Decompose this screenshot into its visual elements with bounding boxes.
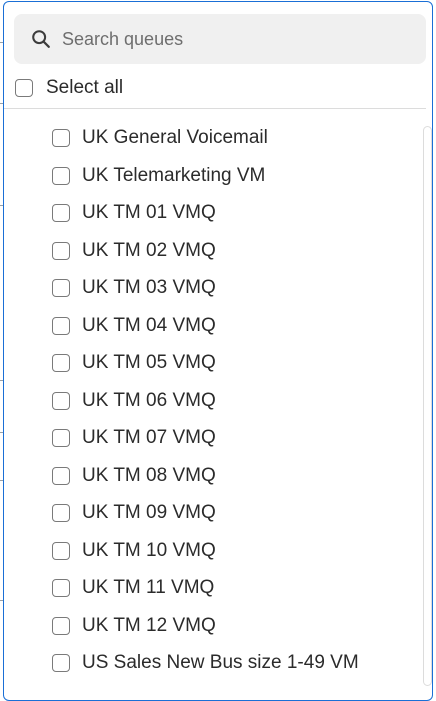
queue-option[interactable]: UK TM 07 VMQ (52, 424, 216, 452)
queue-label: UK TM 01 VMQ (82, 202, 216, 223)
queue-label: UK TM 10 VMQ (82, 539, 216, 561)
queue-checkbox[interactable] (52, 429, 70, 447)
queue-list: UK General Voicemail UK Telemarketing VM U… (4, 109, 432, 700)
search-input[interactable] (62, 14, 426, 64)
search-icon (32, 30, 50, 48)
queue-option[interactable]: UK TM 09 VMQ (52, 499, 216, 527)
queue-label: UK Telemarketing VM (82, 164, 266, 186)
queue-checkbox[interactable] (52, 166, 70, 185)
select-all-label: Select all (46, 77, 124, 98)
queue-option[interactable]: UK TM 01 VMQ (52, 199, 216, 227)
queue-option[interactable]: UK TM 11 VMQ (52, 574, 214, 602)
queue-checkbox[interactable] (52, 391, 70, 410)
queue-label: UK TM 06 VMQ (82, 389, 216, 411)
queue-option[interactable]: UK TM 02 VMQ (52, 237, 216, 265)
queue-label: US Sales New Bus size 1-49 VM (82, 652, 359, 673)
select-all-checkbox[interactable] (15, 79, 33, 97)
queue-option[interactable]: UK Telemarketing VM (52, 162, 265, 190)
queue-label: UK TM 04 VMQ (82, 314, 216, 336)
queue-checkbox[interactable] (52, 579, 70, 597)
queue-option[interactable]: UK TM 04 VMQ (52, 312, 216, 340)
queue-option[interactable]: UK TM 10 VMQ (52, 537, 216, 565)
queue-checkbox[interactable] (52, 616, 70, 635)
queue-filter-dropdown: Select all UK General Voicemail UK Telema… (3, 1, 433, 701)
queue-label: UK TM 11 VMQ (82, 577, 215, 598)
queue-label: UK TM 07 VMQ (82, 427, 216, 448)
queue-label: UK TM 12 VMQ (82, 614, 216, 636)
queue-label: UK TM 08 VMQ (82, 464, 216, 486)
queue-checkbox[interactable] (52, 279, 70, 297)
queue-option[interactable]: UK TM 12 VMQ (52, 612, 216, 640)
queue-checkbox[interactable] (52, 354, 70, 372)
queue-option[interactable]: UK TM 06 VMQ (52, 387, 216, 415)
queue-label: UK TM 09 VMQ (82, 502, 216, 523)
search-box (14, 14, 426, 64)
queue-checkbox[interactable] (52, 241, 70, 260)
select-all-option[interactable]: Select all (15, 74, 123, 102)
queue-option[interactable]: UK TM 03 VMQ (52, 274, 216, 302)
queue-label: UK TM 03 VMQ (82, 277, 216, 298)
queue-label: UK General Voicemail (82, 127, 268, 148)
queue-checkbox[interactable] (52, 504, 70, 522)
queue-checkbox[interactable] (52, 316, 70, 335)
scrollbar[interactable] (423, 126, 432, 686)
queue-checkbox[interactable] (52, 204, 70, 222)
queue-option[interactable]: US Sales New Bus size 1-49 VM (52, 649, 359, 677)
queue-checkbox[interactable] (52, 541, 70, 560)
queue-option[interactable]: UK General Voicemail (52, 124, 268, 152)
queue-checkbox[interactable] (52, 654, 70, 672)
queue-checkbox[interactable] (52, 129, 70, 147)
queue-label: UK TM 02 VMQ (82, 239, 216, 261)
queue-checkbox[interactable] (52, 466, 70, 485)
queue-option[interactable]: UK TM 08 VMQ (52, 462, 216, 490)
queue-label: UK TM 05 VMQ (82, 352, 216, 373)
queue-option[interactable]: UK TM 05 VMQ (52, 349, 216, 377)
